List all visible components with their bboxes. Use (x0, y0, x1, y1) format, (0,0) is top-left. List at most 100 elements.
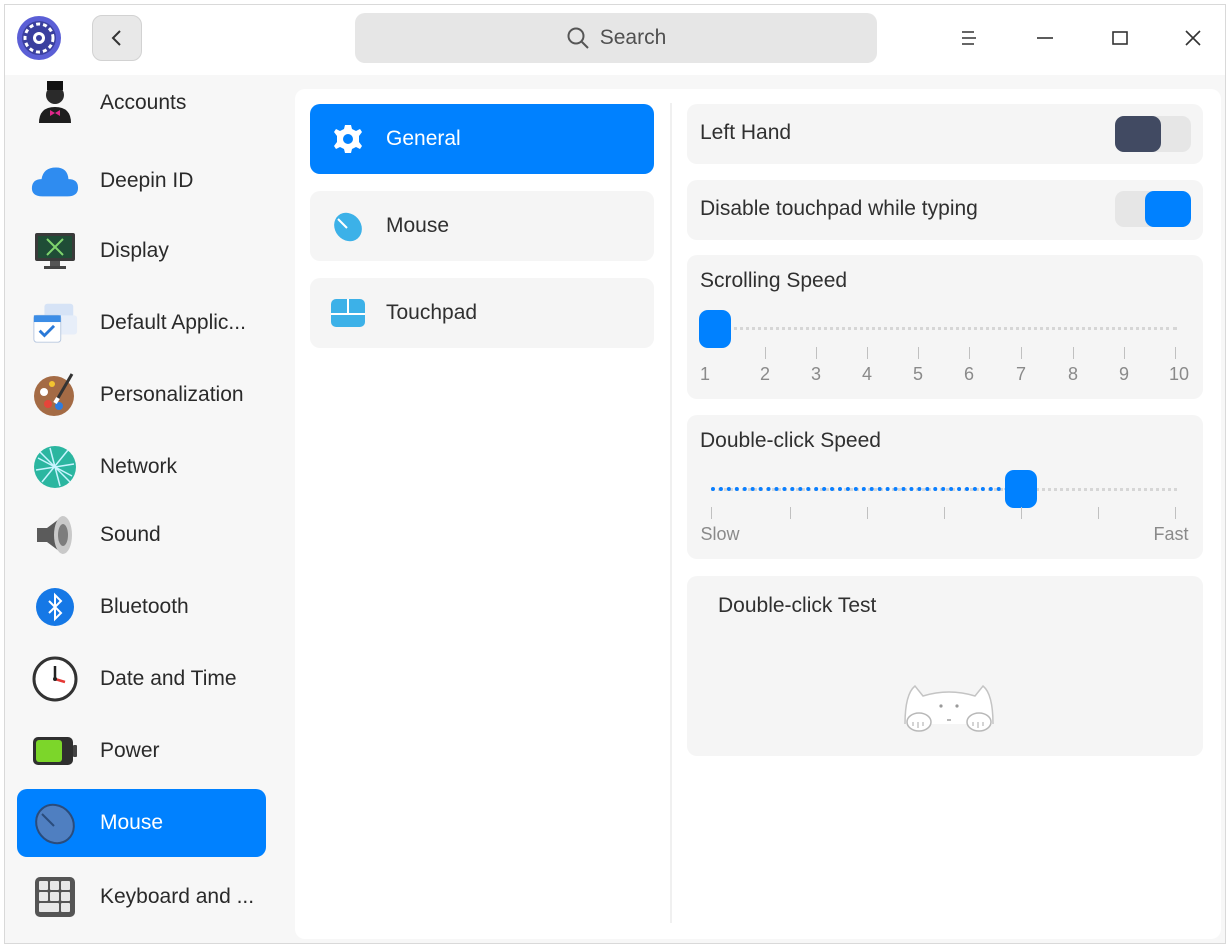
left-hand-label: Left Hand (700, 121, 792, 144)
double-click-speed-label: Double-click Speed (700, 429, 881, 452)
sidebar-item-sound[interactable]: Sound (17, 501, 266, 569)
touchpad-icon (330, 295, 366, 331)
app-settings-icon (16, 15, 62, 61)
sidebar: Accounts Deepin ID Display Default Appli… (5, 75, 283, 943)
sidebar-item-power[interactable]: Power (17, 717, 266, 785)
disable-touchpad-toggle[interactable] (1115, 191, 1191, 227)
tick-label: 8 (1067, 364, 1079, 384)
cloud-icon (31, 157, 79, 205)
maximize-button[interactable] (1102, 20, 1138, 56)
tick (1073, 347, 1074, 359)
double-click-speed-fill (711, 487, 1017, 491)
sidebar-item-label: Bluetooth (100, 595, 189, 618)
left-hand-toggle[interactable] (1115, 116, 1191, 152)
sidebar-item-label: Deepin ID (100, 169, 194, 192)
keyboard-icon (31, 873, 79, 921)
sidebar-item-display[interactable]: Display (17, 217, 266, 285)
sidebar-item-label: Sound (100, 523, 161, 546)
tick-label: 6 (963, 364, 975, 384)
back-arrow-icon (111, 30, 121, 46)
sidebar-item-label: Personalization (100, 383, 244, 406)
toggle-knob (1145, 191, 1191, 227)
titlebar: Search (5, 5, 1225, 75)
tick (816, 347, 817, 359)
tick-label: 7 (1015, 364, 1027, 384)
sidebar-item-date-and-time[interactable]: Date and Time (17, 645, 266, 713)
accounts-icon (31, 77, 79, 125)
sidebar-item-mouse[interactable]: Mouse (17, 789, 266, 857)
scrolling-speed-track[interactable] (703, 327, 1177, 330)
menu-icon (962, 31, 976, 45)
sidebar-item-keyboard[interactable]: Keyboard and ... (17, 863, 266, 931)
panel-divider (670, 103, 672, 923)
double-click-test-label: Double-click Test (718, 594, 877, 617)
minimize-icon (1037, 37, 1053, 39)
tick (918, 347, 919, 359)
tick (1175, 347, 1176, 359)
tick (790, 507, 791, 519)
tick-label: 10 (1168, 364, 1190, 384)
sidebar-item-bluetooth[interactable]: Bluetooth (17, 573, 266, 641)
sidebar-item-label: Mouse (100, 811, 164, 834)
tick (867, 347, 868, 359)
sidebar-item-label: Power (100, 739, 160, 762)
subnav-item-label: General (386, 127, 461, 150)
sidebar-item-label: Date and Time (100, 667, 237, 690)
double-click-speed-card: Double-click Speed Slow Fast (687, 415, 1203, 559)
tick-label: 1 (699, 364, 711, 384)
toggle-knob (1115, 116, 1161, 152)
sidebar-item-default-applications[interactable]: Default Applic... (17, 289, 266, 357)
slow-label: Slow (700, 524, 740, 544)
sidebar-item-label: Default Applic... (100, 311, 246, 334)
subnav-item-label: Mouse (386, 214, 450, 237)
disable-touchpad-label: Disable touchpad while typing (700, 197, 978, 220)
tick (1098, 507, 1099, 519)
tick (867, 507, 868, 519)
clock-icon (31, 655, 79, 703)
sidebar-item-label: Accounts (100, 91, 187, 114)
scrolling-speed-card: Scrolling Speed 1 2 3 4 5 6 7 8 9 10 (687, 255, 1203, 399)
battery-icon (31, 727, 79, 775)
sidebar-item-deepin-id[interactable]: Deepin ID (17, 147, 266, 215)
fast-label: Fast (1153, 524, 1189, 544)
subnav-item-general[interactable]: General (310, 104, 654, 174)
tick (944, 507, 945, 519)
search-input[interactable]: Search (355, 13, 877, 63)
palette-icon (31, 371, 79, 419)
settings-window: Search Accounts Deepin ID Display Defaul… (4, 4, 1226, 944)
content-panel: General Mouse Touchpad Left Hand Disable… (295, 89, 1221, 939)
tick-label: 5 (912, 364, 924, 384)
mouse-icon (330, 208, 366, 244)
double-click-test-card: Double-click Test (687, 576, 1203, 756)
subnav-item-mouse[interactable]: Mouse (310, 191, 654, 261)
subnav-item-label: Touchpad (386, 301, 478, 324)
close-button[interactable] (1175, 20, 1211, 56)
left-hand-row: Left Hand (687, 104, 1203, 164)
tick-label: 2 (759, 364, 771, 384)
sidebar-item-personalization[interactable]: Personalization (17, 361, 266, 429)
tick (1175, 507, 1176, 519)
maximize-icon (1112, 31, 1128, 45)
display-icon (31, 227, 79, 275)
tick (969, 347, 970, 359)
tick-label: 9 (1118, 364, 1130, 384)
speaker-icon (31, 511, 79, 559)
sidebar-item-accounts[interactable]: Accounts (17, 75, 266, 133)
search-icon (567, 27, 589, 49)
tick (1021, 347, 1022, 359)
close-icon (1185, 30, 1201, 46)
sidebar-item-label: Display (100, 239, 169, 262)
default-applications-icon (31, 299, 79, 347)
gear-icon (330, 121, 366, 157)
minimize-button[interactable] (1027, 20, 1063, 56)
back-button[interactable] (92, 15, 142, 61)
subnav-item-touchpad[interactable]: Touchpad (310, 278, 654, 348)
cat-icon[interactable] (899, 676, 999, 736)
double-click-speed-handle[interactable] (1005, 470, 1037, 508)
tick (711, 507, 712, 519)
sidebar-item-network[interactable]: Network (17, 433, 266, 501)
menu-button[interactable] (951, 20, 987, 56)
sidebar-item-label: Network (100, 455, 178, 478)
scrolling-speed-handle[interactable] (699, 310, 731, 348)
tick-label: 4 (861, 364, 873, 384)
